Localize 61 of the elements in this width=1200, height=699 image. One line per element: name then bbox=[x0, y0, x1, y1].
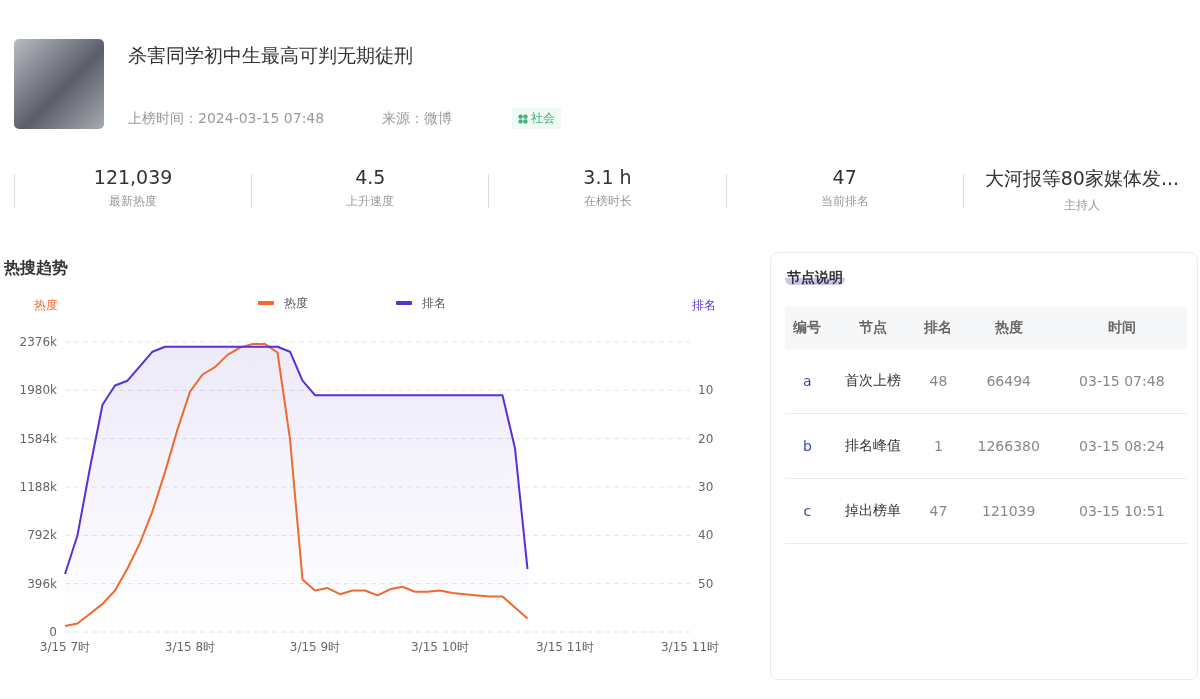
table-cell: 03-15 08:24 bbox=[1056, 413, 1187, 479]
column-header: 热度 bbox=[960, 307, 1057, 349]
y-tick-label: 2376k bbox=[19, 335, 57, 349]
y-tick-label: 1188k bbox=[19, 480, 57, 494]
column-header: 时间 bbox=[1056, 307, 1187, 349]
stat-value: 47 bbox=[832, 166, 857, 188]
clover-icon bbox=[518, 113, 529, 124]
table-cell: 首次上榜 bbox=[829, 349, 917, 414]
category-tag: 社会 bbox=[512, 108, 562, 129]
legend-item[interactable]: 排名 bbox=[396, 296, 446, 310]
y-tick-label: 10 bbox=[698, 383, 714, 398]
table-cell: a bbox=[785, 349, 830, 414]
table-cell: 掉出榜单 bbox=[829, 478, 917, 544]
legend-label: 排名 bbox=[422, 296, 446, 310]
x-tick-label: 3/15 11时 bbox=[536, 640, 594, 654]
table-cell: b bbox=[785, 413, 830, 479]
y-tick-label: 30 bbox=[698, 480, 714, 494]
topic-title: 杀害同学初中生最高可判无期徒刑 bbox=[128, 43, 414, 68]
x-tick-label: 3/15 9时 bbox=[289, 640, 341, 654]
y-tick-label: 50 bbox=[698, 576, 714, 591]
column-header: 编号 bbox=[785, 307, 830, 349]
meta-text: 上榜时间：2024-03-15 07:48 bbox=[128, 109, 325, 128]
table-cell: 1 bbox=[916, 413, 961, 479]
table-cell: 排名峰值 bbox=[829, 413, 917, 479]
stat-value: 121,039 bbox=[93, 166, 173, 188]
x-tick-label: 3/15 11时 bbox=[661, 640, 719, 654]
x-tick-label: 3/15 8时 bbox=[164, 640, 216, 654]
table-cell: 48 bbox=[916, 349, 961, 414]
stat-label: 在榜时长 bbox=[583, 193, 632, 210]
column-header: 排名 bbox=[916, 307, 961, 349]
stat-label: 上升速度 bbox=[346, 193, 395, 210]
panel-title: 节点说明 bbox=[785, 269, 845, 285]
table-cell: 66494 bbox=[960, 349, 1057, 414]
y-tick-label: 396k bbox=[27, 576, 57, 591]
legend-item[interactable]: 热度 bbox=[258, 296, 308, 310]
meta-text: 来源：微博 bbox=[382, 109, 453, 128]
y-tick-label: 1584k bbox=[19, 431, 57, 446]
stat-label: 最新热度 bbox=[109, 193, 158, 210]
table-cell: 03-15 07:48 bbox=[1056, 349, 1187, 414]
x-tick-label: 3/15 7时 bbox=[39, 640, 91, 654]
y-tick-label: 40 bbox=[698, 528, 714, 543]
stat-value: 大河报等80家媒体发... bbox=[984, 166, 1180, 191]
y-tick-label: 1980k bbox=[19, 383, 57, 398]
table-cell: c bbox=[785, 478, 830, 544]
stat-value: 4.5 bbox=[355, 166, 386, 188]
y-axis-label: 排名 bbox=[692, 298, 716, 312]
stat-value: 3.1 h bbox=[583, 166, 632, 188]
legend-label: 热度 bbox=[284, 296, 308, 310]
stat-label: 当前排名 bbox=[820, 193, 869, 210]
table-cell: 47 bbox=[916, 478, 961, 544]
stat-label: 主持人 bbox=[1063, 197, 1100, 214]
y-tick-label: 0 bbox=[49, 625, 57, 639]
y-tick-label: 792k bbox=[27, 528, 57, 543]
section-title: 热搜趋势 bbox=[3, 258, 69, 279]
y-axis-label: 热度 bbox=[34, 298, 58, 312]
table-cell: 121039 bbox=[960, 478, 1057, 544]
y-tick-label: 20 bbox=[698, 431, 714, 446]
x-tick-label: 3/15 10时 bbox=[411, 640, 469, 654]
table-cell: 1266380 bbox=[960, 413, 1057, 479]
table-cell: 03-15 10:51 bbox=[1056, 478, 1187, 544]
column-header: 节点 bbox=[829, 307, 917, 349]
